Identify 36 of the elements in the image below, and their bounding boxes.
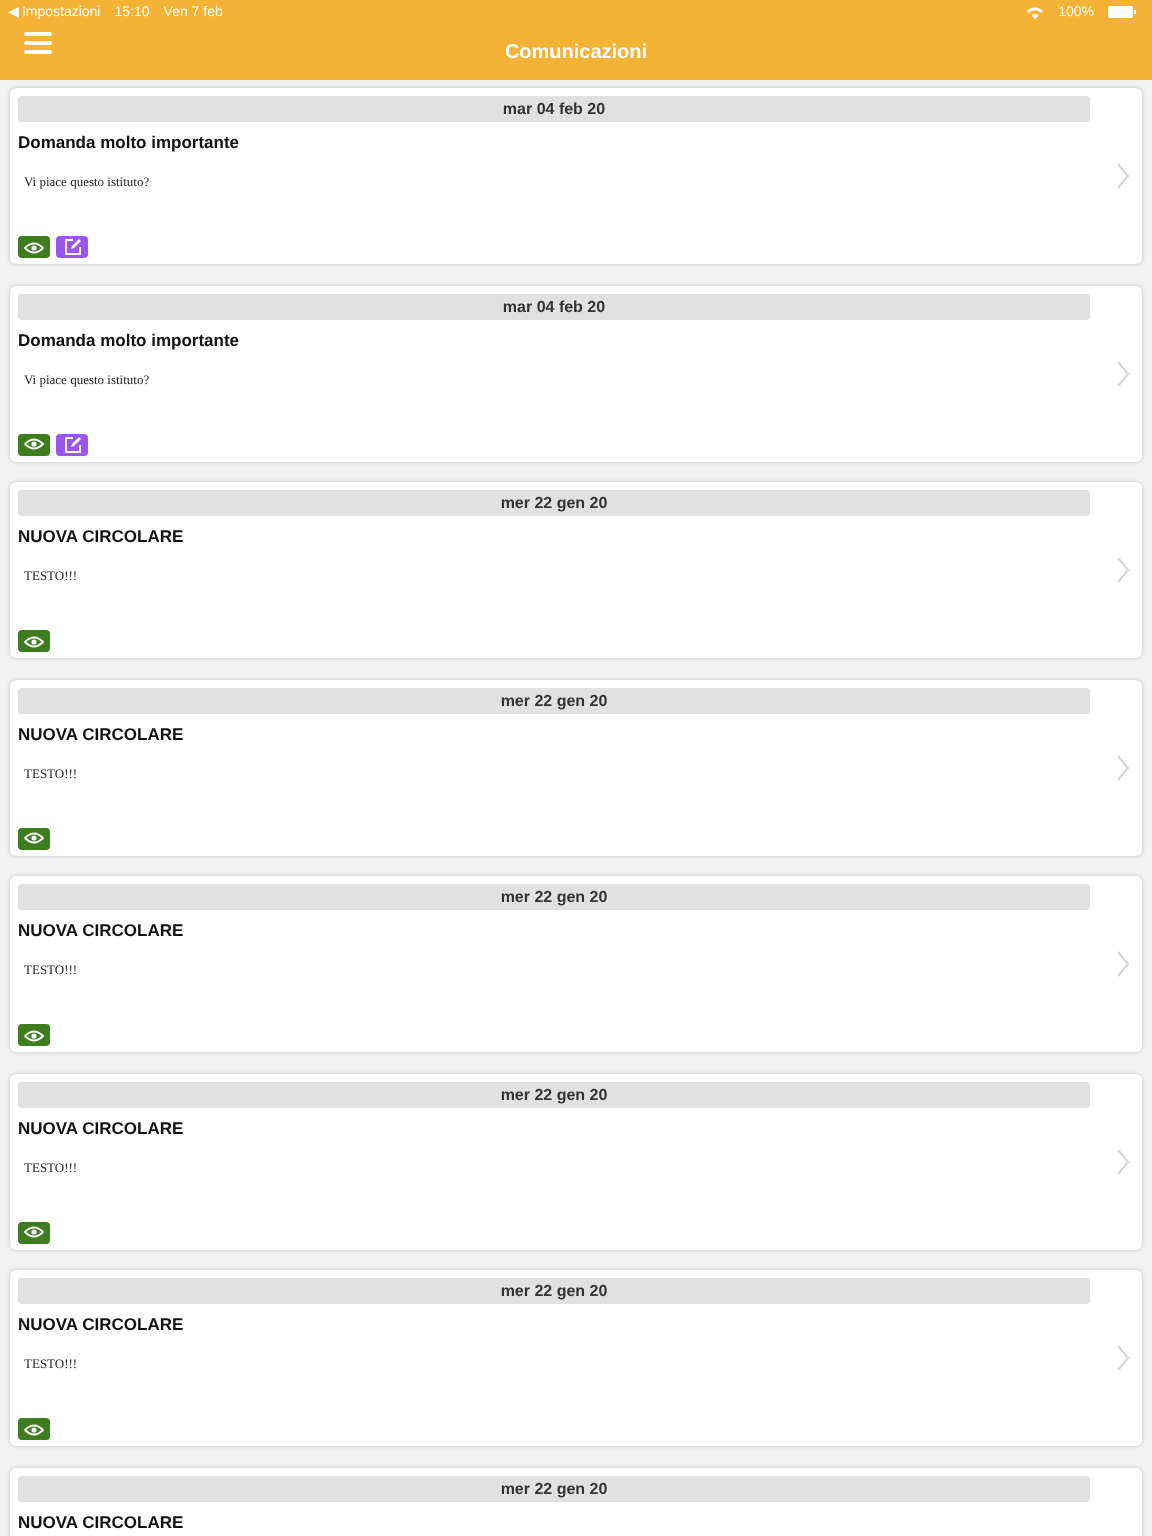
chevron-icon (1116, 1147, 1130, 1175)
date-bar: mer 22 gen 20 (18, 1278, 1090, 1304)
view-button[interactable] (18, 630, 50, 652)
date-bar: mer 22 gen 20 (18, 490, 1090, 516)
date-bar: mar 04 feb 20 (18, 293, 1090, 319)
view-button[interactable] (18, 236, 50, 258)
message-title: NUOVA CIRCOLARE (18, 920, 186, 940)
message-card[interactable]: mer 22 gen 20 NUOVA CIRCOLARE (10, 1467, 1142, 1536)
date-bar: mer 22 gen 20 (18, 1081, 1090, 1107)
screen-title: Comunicazioni (504, 41, 648, 63)
view-button[interactable] (18, 827, 50, 849)
chevron-icon (1116, 753, 1130, 781)
date-bar: mer 22 gen 20 (18, 1475, 1090, 1501)
view-button[interactable] (18, 1221, 50, 1243)
message-title: Domanda molto importante (18, 329, 242, 349)
view-button[interactable] (18, 433, 50, 455)
chevron-icon (1116, 1344, 1130, 1372)
message-title: NUOVA CIRCOLARE (18, 526, 186, 546)
date-bar: mar 04 feb 20 (18, 96, 1090, 122)
view-button[interactable] (18, 1418, 50, 1440)
edit-button[interactable] (56, 433, 88, 455)
message-title: NUOVA CIRCOLARE (18, 1117, 186, 1137)
chevron-icon (1116, 162, 1130, 190)
chevron-icon (1116, 556, 1130, 584)
wifi-icon (1026, 5, 1045, 19)
chevron-icon (1116, 950, 1130, 978)
view-button[interactable] (18, 1024, 50, 1046)
message-title: NUOVA CIRCOLARE (18, 1314, 186, 1334)
date-bar: mer 22 gen 20 (18, 687, 1090, 713)
battery-icon (1108, 6, 1136, 18)
message-title: NUOVA CIRCOLARE (18, 1511, 186, 1531)
edit-button[interactable] (56, 236, 88, 258)
message-title: Domanda molto importante (18, 132, 242, 152)
message-title: NUOVA CIRCOLARE (18, 723, 186, 743)
date-bar: mer 22 gen 20 (18, 884, 1090, 910)
chevron-icon (1116, 359, 1130, 387)
